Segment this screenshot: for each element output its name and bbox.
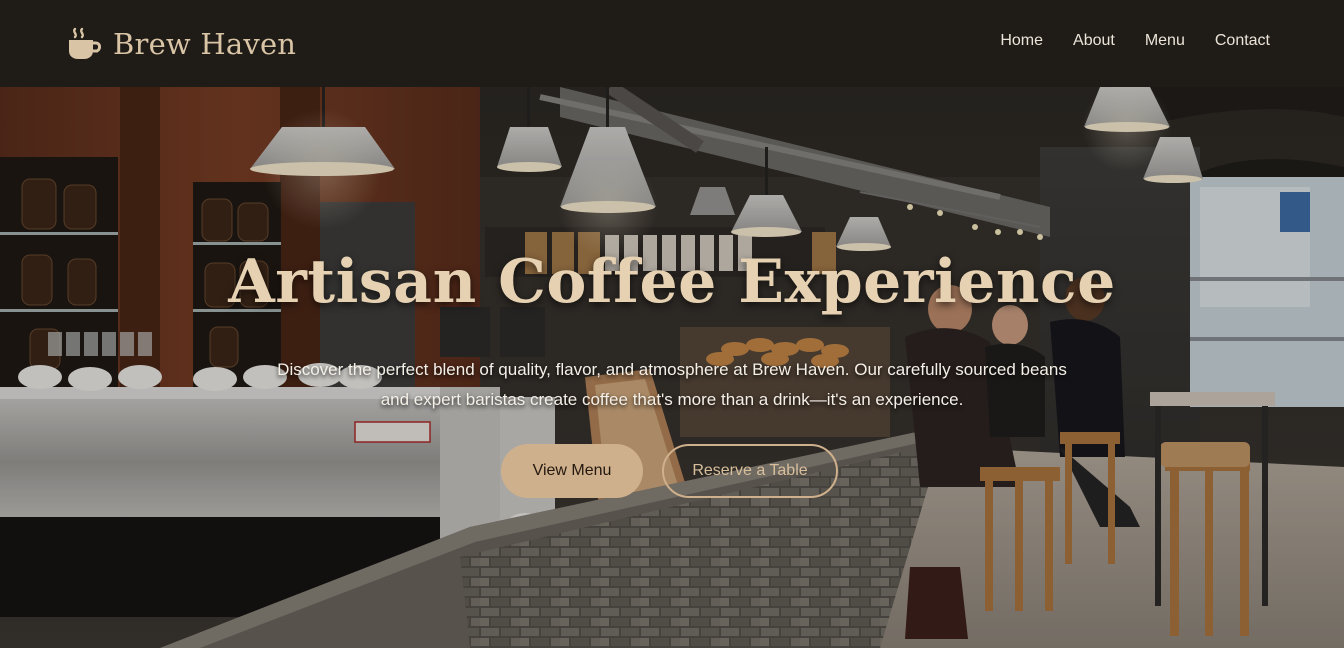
hero-title: Artisan Coffee Experience: [228, 247, 1116, 317]
view-menu-button[interactable]: View Menu: [501, 444, 643, 498]
site-header: Brew Haven Home About Menu Contact: [0, 0, 1344, 87]
nav-menu[interactable]: Menu: [1145, 32, 1185, 50]
main-nav: Home About Menu Contact: [1000, 32, 1270, 50]
nav-contact[interactable]: Contact: [1215, 32, 1270, 50]
hero-section: Artisan Coffee Experience Discover the p…: [0, 87, 1344, 648]
nav-about[interactable]: About: [1073, 32, 1115, 50]
nav-home[interactable]: Home: [1000, 32, 1043, 50]
reserve-table-button[interactable]: Reserve a Table: [662, 444, 838, 498]
brand-name: Brew Haven: [113, 27, 297, 61]
brand-logo[interactable]: Brew Haven: [67, 24, 296, 64]
hero-subtitle: Discover the perfect blend of quality, f…: [277, 360, 1067, 409]
coffee-cup-icon: [67, 27, 103, 61]
